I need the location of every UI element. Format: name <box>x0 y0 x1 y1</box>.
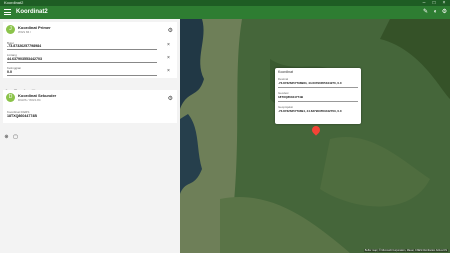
longitude-underline <box>7 49 157 50</box>
app-bar: Koordinat2 ✎ ◐ ⚙ <box>0 6 450 19</box>
menu-icon[interactable] <box>4 9 11 15</box>
add-icon[interactable]: ⊕ <box>3 134 10 141</box>
altitude-field[interactable]: 0.0 <box>7 70 12 74</box>
edit-icon[interactable]: ✎ <box>422 9 429 16</box>
dgrs-field[interactable]: 18TXQ86044774B <box>7 114 37 118</box>
clear-latitude-icon[interactable]: × <box>167 55 170 61</box>
copy-icon[interactable]: ▢ <box>12 134 19 141</box>
popup-decimal-value: -73.87326257798984, 44.63790355344270, 0… <box>278 81 342 85</box>
secondary-subtitle: DGRS / WGS 84 <box>18 98 41 102</box>
map-imagery <box>180 19 450 253</box>
brightness-icon[interactable]: ◐ <box>432 9 439 16</box>
coordinate-panel: J Koordinat Primer WGS 84 / ⚙ Bujur -73.… <box>0 19 180 253</box>
popup-title: Koordinat <box>278 70 293 74</box>
latitude-underline <box>7 62 157 63</box>
clear-longitude-icon[interactable]: × <box>167 42 170 48</box>
secondary-settings-icon[interactable]: ⚙ <box>168 96 173 102</box>
app-title: Koordinat2 <box>16 9 48 15</box>
map-attribution: Buffer map | © Microsoft Corporation, Ma… <box>363 249 448 252</box>
satellite-map[interactable] <box>180 19 450 253</box>
primary-settings-icon[interactable]: ⚙ <box>168 28 173 34</box>
primary-subtitle: WGS 84 / <box>18 30 32 34</box>
popup-geodesy-value: 18TXQ86044774B <box>278 95 304 99</box>
clear-altitude-icon[interactable]: × <box>167 68 170 74</box>
secondary-action-row: ⊕ ▢ <box>3 125 21 143</box>
coordinate-popup: Koordinat Desimal -73.87326257798984, 44… <box>275 68 361 124</box>
settings-icon[interactable]: ⚙ <box>441 9 448 16</box>
longitude-field[interactable]: -73.87326257798984 <box>7 44 41 48</box>
latitude-field[interactable]: 44.637903553442703 <box>7 57 42 61</box>
secondary-coordinate-card: D Koordinat Sekunder DGRS / WGS 84 ⚙ Koo… <box>3 90 177 123</box>
popup-projection-value: -73.8732625779894, 44.637903553442703, 0… <box>278 109 342 113</box>
secondary-avatar: D <box>6 93 15 102</box>
altitude-underline <box>7 75 157 76</box>
primary-coordinate-card: J Koordinat Primer WGS 84 / ⚙ Bujur -73.… <box>3 22 177 78</box>
primary-avatar: J <box>6 25 15 34</box>
